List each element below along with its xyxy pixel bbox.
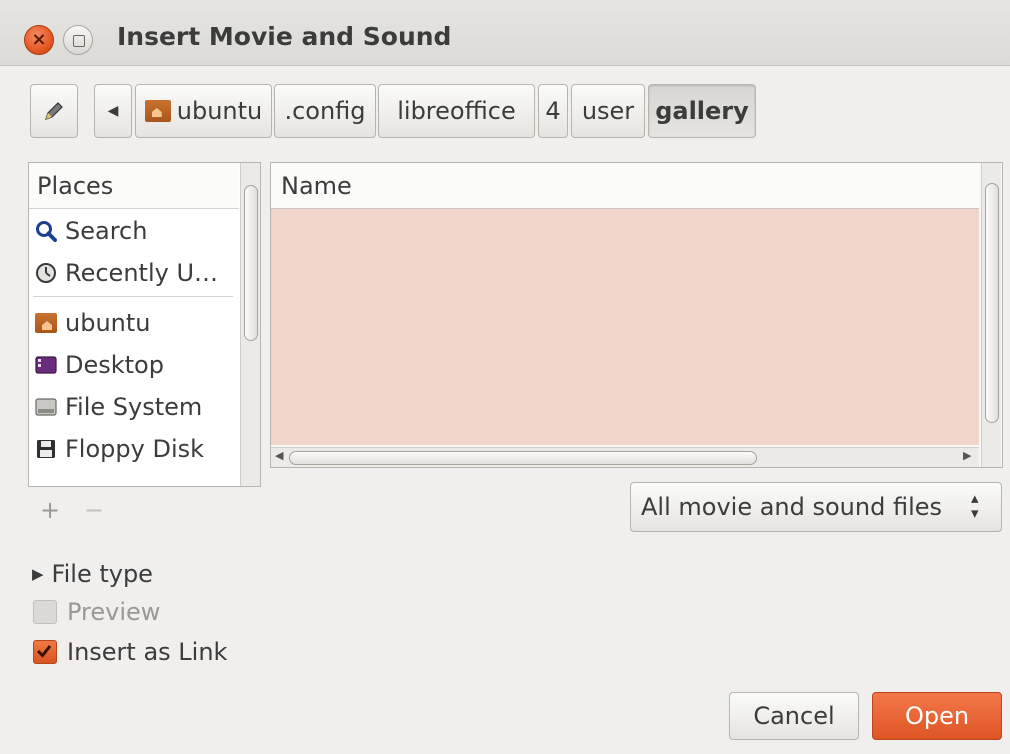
path-item-label: libreoffice — [397, 97, 516, 125]
sidebar-item-label: File System — [65, 393, 203, 421]
file-filter-select[interactable]: All movie and sound files ▴ ▾ — [630, 482, 1002, 532]
sidebar-item-label: Desktop — [65, 351, 164, 379]
path-item-label: 4 — [545, 97, 561, 125]
remove-bookmark-button[interactable]: − — [84, 496, 104, 524]
desktop-icon — [35, 356, 57, 374]
open-button[interactable]: Open — [872, 692, 1002, 740]
scroll-right-arrow[interactable]: ▶ — [963, 449, 971, 462]
maximize-icon — [73, 35, 85, 47]
places-sidebar: Places Search Recently U… ubuntu Desktop — [28, 162, 261, 487]
preview-checkbox-row[interactable]: Preview — [33, 596, 160, 628]
places-scrollbar-thumb[interactable] — [244, 185, 258, 341]
chevron-left-icon: ◀ — [107, 103, 119, 119]
cancel-button[interactable]: Cancel — [729, 692, 859, 740]
drive-icon — [35, 398, 57, 416]
preview-label: Preview — [67, 598, 161, 626]
file-list-vscrollbar[interactable] — [981, 163, 1001, 467]
preview-checkbox[interactable] — [33, 600, 57, 624]
cancel-button-label: Cancel — [753, 702, 835, 730]
scroll-left-arrow[interactable]: ◀ — [275, 449, 283, 462]
path-item-label: .config — [284, 97, 366, 125]
add-bookmark-button[interactable]: + — [40, 496, 60, 524]
file-list-body[interactable] — [271, 209, 979, 445]
home-folder-icon — [144, 100, 171, 122]
insert-as-link-checkbox[interactable] — [33, 640, 57, 664]
sidebar-item-ubuntu[interactable]: ubuntu — [29, 302, 239, 344]
vscrollbar-thumb[interactable] — [985, 183, 999, 423]
path-item-libreoffice[interactable]: libreoffice — [378, 84, 535, 138]
insert-as-link-row[interactable]: Insert as Link — [33, 636, 227, 668]
edit-location-button[interactable] — [30, 84, 78, 138]
file-filter-label: All movie and sound files — [641, 493, 943, 521]
places-header-label: Places — [37, 171, 114, 200]
sidebar-item-label: ubuntu — [65, 309, 151, 337]
places-header[interactable]: Places — [29, 163, 239, 209]
sidebar-item-file-system[interactable]: File System — [29, 386, 239, 428]
up-down-arrows-icon: ▴ ▾ — [971, 489, 979, 522]
file-type-expander[interactable]: ▶ File type — [32, 558, 153, 590]
path-item-config[interactable]: .config — [274, 84, 376, 138]
pencil-icon — [45, 102, 63, 120]
path-item-gallery[interactable]: gallery — [648, 84, 756, 138]
column-header-name[interactable]: Name — [271, 163, 979, 209]
sidebar-item-label: Recently U… — [65, 259, 219, 287]
sidebar-item-recent[interactable]: Recently U… — [29, 252, 239, 294]
path-item-label: ubuntu — [176, 97, 263, 125]
insert-as-link-label: Insert as Link — [67, 638, 228, 666]
sidebar-item-floppy[interactable]: Floppy Disk — [29, 428, 239, 470]
home-folder-icon — [35, 313, 57, 333]
close-icon: × — [31, 29, 47, 50]
checkmark-icon — [36, 645, 52, 658]
close-window-button[interactable]: × — [24, 25, 54, 55]
path-item-ubuntu[interactable]: ubuntu — [135, 84, 272, 138]
places-scrollbar[interactable] — [240, 163, 260, 486]
file-type-label: File type — [51, 560, 153, 588]
sidebar-item-desktop[interactable]: Desktop — [29, 344, 239, 386]
column-header-label: Name — [281, 171, 352, 200]
open-button-label: Open — [904, 702, 970, 730]
dialog-title: Insert Movie and Sound — [117, 22, 452, 51]
sidebar-item-label: Floppy Disk — [65, 435, 205, 463]
path-item-label: user — [581, 97, 635, 125]
sidebar-item-search[interactable]: Search — [29, 210, 239, 252]
hscrollbar-thumb[interactable] — [289, 451, 757, 465]
path-back-button[interactable]: ◀ — [94, 84, 132, 138]
path-item-label: gallery — [655, 97, 749, 125]
places-separator — [33, 296, 233, 297]
expander-triangle-icon: ▶ — [32, 565, 44, 583]
path-item-user[interactable]: user — [571, 84, 645, 138]
path-item-4[interactable]: 4 — [538, 84, 568, 138]
search-icon — [36, 221, 57, 242]
maximize-window-button[interactable] — [63, 25, 93, 55]
floppy-icon — [37, 440, 55, 458]
clock-icon — [36, 263, 56, 283]
sidebar-item-label: Search — [65, 217, 148, 245]
file-list: Name ◀ ▶ — [270, 162, 1003, 468]
file-list-hscrollbar[interactable]: ◀ ▶ — [271, 447, 979, 467]
